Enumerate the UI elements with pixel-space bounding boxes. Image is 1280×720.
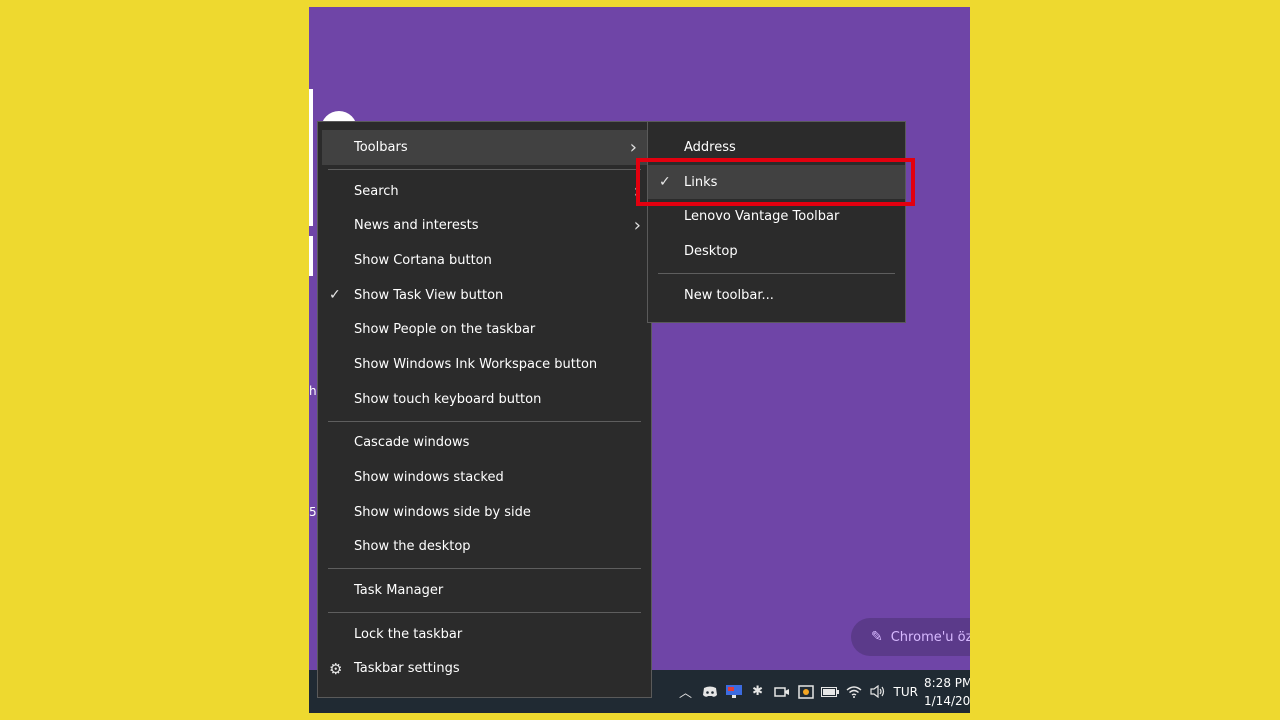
- submenu-item-label: Lenovo Vantage Toolbar: [684, 209, 840, 225]
- customize-chrome-label: Chrome'u öz: [890, 629, 970, 645]
- menu-separator: [328, 611, 641, 613]
- menu-item-show-windows-ink[interactable]: Show Windows Ink Workspace button: [318, 347, 651, 382]
- menu-item-label: Toolbars: [354, 139, 408, 155]
- gear-icon: ⚙: [329, 659, 343, 678]
- menu-item-news-and-interests[interactable]: News and interests ›: [318, 208, 651, 243]
- update-icon[interactable]: [794, 680, 818, 704]
- menu-item-label: Show windows side by side: [354, 504, 531, 520]
- window-edge: [309, 236, 313, 276]
- menu-item-show-windows-stacked[interactable]: Show windows stacked: [318, 460, 651, 495]
- menu-item-label: Task Manager: [354, 583, 444, 599]
- menu-item-cascade-windows[interactable]: Cascade windows: [318, 426, 651, 461]
- menu-item-label: Lock the taskbar: [354, 626, 463, 642]
- system-tray: ︿ ✱ TUR 8:28 PM 1/14/20: [674, 670, 970, 713]
- chevron-up-icon[interactable]: ︿: [674, 680, 698, 704]
- taskbar-context-menu: Toolbars › Search › News and interests ›…: [317, 121, 652, 698]
- clock-time: 8:28 PM: [924, 675, 970, 690]
- chevron-right-icon: ›: [633, 215, 641, 237]
- submenu-item-label: Address: [684, 139, 736, 155]
- input-language[interactable]: TUR: [894, 685, 918, 699]
- menu-item-task-manager[interactable]: Task Manager: [318, 573, 651, 608]
- menu-item-label: Show Task View button: [354, 287, 504, 303]
- menu-item-show-windows-side-by-side[interactable]: Show windows side by side: [318, 495, 651, 530]
- volume-icon[interactable]: [866, 680, 890, 704]
- submenu-item-label: Desktop: [684, 243, 738, 259]
- menu-item-label: Search: [354, 183, 399, 199]
- clock[interactable]: 8:28 PM 1/14/2022: [924, 674, 970, 710]
- menu-item-label: Show windows stacked: [354, 470, 504, 486]
- menu-item-label: Show People on the taskbar: [354, 322, 536, 338]
- menu-item-label: Show the desktop: [354, 539, 471, 555]
- menu-item-label: Taskbar settings: [354, 661, 460, 677]
- menu-item-lock-the-taskbar[interactable]: Lock the taskbar: [318, 617, 651, 652]
- camera-icon[interactable]: [770, 680, 794, 704]
- menu-separator: [658, 272, 895, 274]
- battery-icon[interactable]: [818, 680, 842, 704]
- menu-item-show-task-view-button[interactable]: ✓ Show Task View button: [318, 278, 651, 313]
- edge-text: h: [309, 384, 317, 398]
- clock-date: 1/14/2022: [924, 693, 970, 708]
- checkmark-icon: ✓: [329, 287, 341, 304]
- menu-item-taskbar-settings[interactable]: ⚙ Taskbar settings: [318, 652, 651, 687]
- menu-item-label: Show touch keyboard button: [354, 391, 542, 407]
- window-edge: [309, 89, 313, 226]
- toolbars-submenu: Address ✓ Links Lenovo Vantage Toolbar D…: [647, 121, 906, 323]
- submenu-item-label: New toolbar...: [684, 287, 774, 303]
- menu-item-show-touch-keyboard[interactable]: Show touch keyboard button: [318, 382, 651, 417]
- menu-separator: [328, 568, 641, 570]
- display-icon[interactable]: [722, 680, 746, 704]
- menu-item-show-the-desktop[interactable]: Show the desktop: [318, 530, 651, 565]
- customize-chrome-button[interactable]: ✎ Chrome'u öz: [851, 618, 970, 656]
- menu-item-label: Show Windows Ink Workspace button: [354, 356, 598, 372]
- submenu-item-desktop[interactable]: Desktop: [648, 234, 905, 269]
- menu-item-search[interactable]: Search ›: [318, 174, 651, 209]
- links-highlight-box: [636, 158, 915, 206]
- slack-icon[interactable]: ✱: [746, 680, 770, 704]
- menu-item-label: Show Cortana button: [354, 252, 492, 268]
- menu-separator: [328, 420, 641, 422]
- menu-item-show-people[interactable]: Show People on the taskbar: [318, 312, 651, 347]
- menu-separator: [328, 168, 641, 170]
- wifi-icon[interactable]: [842, 680, 866, 704]
- menu-item-toolbars[interactable]: Toolbars ›: [322, 130, 647, 165]
- menu-item-label: Cascade windows: [354, 435, 470, 451]
- menu-item-show-cortana-button[interactable]: Show Cortana button: [318, 243, 651, 278]
- submenu-item-new-toolbar[interactable]: New toolbar...: [648, 278, 905, 313]
- pencil-icon: ✎: [871, 629, 883, 645]
- discord-icon[interactable]: [698, 680, 722, 704]
- menu-item-label: News and interests: [354, 218, 479, 234]
